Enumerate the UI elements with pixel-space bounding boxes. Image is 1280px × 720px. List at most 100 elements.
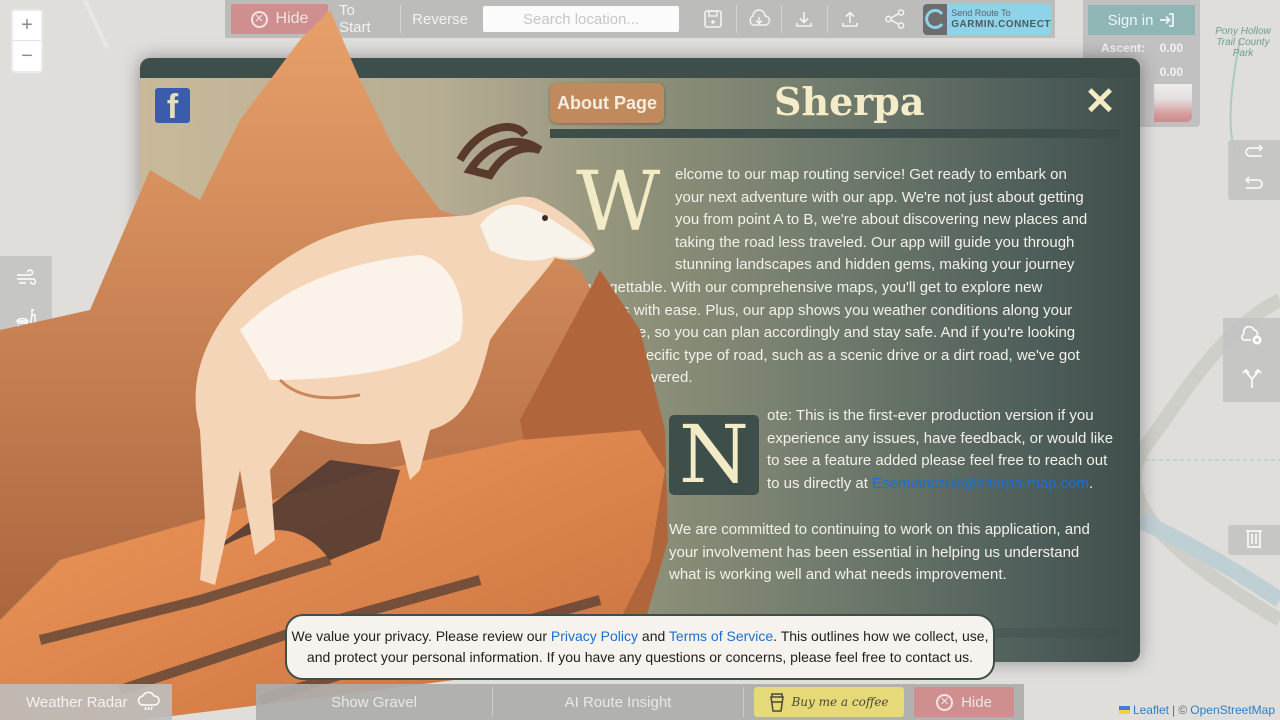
privacy-banner: We value your privacy. Please review our… (285, 614, 995, 680)
privacy-text-1: We value your privacy. Please review our (291, 628, 551, 644)
save-icon (704, 10, 723, 28)
coffee-cup-icon (770, 693, 785, 712)
route-icon (17, 431, 35, 452)
privacy-and: and (638, 628, 669, 644)
garmin-brand-text: GARMIN.CONNECT (951, 19, 1052, 30)
save-button[interactable] (691, 4, 736, 34)
welcome-line: covered. (635, 369, 693, 387)
undo-button[interactable] (1244, 175, 1264, 196)
route-tools (1223, 318, 1280, 402)
download-icon (796, 12, 813, 27)
cloud-download-button[interactable] (737, 4, 782, 34)
note-paragraph: ote: This is the first-ever production v… (767, 405, 1117, 495)
close-modal-button[interactable]: ✕ (1082, 83, 1118, 121)
hide-label: Hide (275, 10, 309, 27)
privacy-policy-link[interactable]: Privacy Policy (551, 628, 638, 644)
facebook-link[interactable]: f (155, 88, 190, 126)
buy-me-a-coffee-button[interactable]: Buy me a coffee (754, 687, 904, 717)
document-icon (18, 349, 34, 371)
coffee-label: Buy me a coffee (791, 695, 889, 709)
to-start-button[interactable]: To Start (328, 2, 400, 36)
facebook-icon: f (166, 88, 179, 126)
redo-button[interactable] (1244, 143, 1264, 166)
welcome-line: you from point A to B, we're about disco… (675, 211, 1088, 229)
search-location-input[interactable] (482, 6, 679, 32)
welcome-line: stunning landscapes and hidden gems, mak… (675, 256, 1075, 274)
zoom-out-button[interactable]: − (13, 41, 41, 71)
sign-in-button[interactable]: Sign in (1088, 5, 1195, 35)
leaflet-link[interactable]: Leaflet (1133, 703, 1169, 717)
elevation-gradient-legend (1154, 84, 1192, 122)
ai-route-insight-button[interactable]: AI Route Insight (493, 684, 743, 720)
notes-button[interactable] (8, 342, 44, 378)
sign-in-icon (1160, 13, 1175, 27)
route-button[interactable] (8, 424, 44, 460)
ascent-row: Ascent: 0.00 (1088, 35, 1195, 59)
about-page-button[interactable]: About Page (550, 83, 664, 123)
contact-email-link[interactable]: Esemianczuk@sherpa-map.com (872, 475, 1089, 492)
undo-icon (1244, 175, 1263, 189)
openstreetmap-link[interactable]: OpenStreetMap (1190, 703, 1275, 717)
ai-brain-button[interactable] (1240, 325, 1263, 351)
redo-icon (1245, 143, 1264, 157)
weather-radar-button[interactable]: Weather Radar (0, 684, 172, 720)
weather-radar-label: Weather Radar (26, 693, 128, 711)
map-icon (16, 391, 36, 411)
bottom-toolbar: Show Gravel AI Route Insight Buy me a co… (256, 684, 1024, 720)
trash-icon (1246, 529, 1262, 548)
commitment-paragraph: We are committed to continuing to work o… (669, 521, 1090, 584)
wind-icon (17, 269, 37, 286)
share-button[interactable] (872, 4, 917, 34)
delete-route-button[interactable] (1245, 528, 1263, 553)
sign-in-label: Sign in (1107, 11, 1154, 29)
upload-icon (842, 11, 858, 27)
top-toolbar: ✕ Hide To Start Reverse Send Route To GA… (225, 0, 1055, 38)
fork-route-button[interactable] (1241, 367, 1262, 394)
map-layers-button[interactable] (8, 383, 44, 419)
hide-bottom-label: Hide (961, 693, 992, 711)
share-icon (884, 9, 905, 29)
hide-bottom-button[interactable]: ✕ Hide (914, 687, 1014, 717)
garmin-logo-icon (923, 3, 948, 35)
modal-top-band (140, 58, 1140, 78)
zoom-control: + − (11, 9, 43, 73)
cloud-download-icon (749, 9, 771, 26)
download-button[interactable] (782, 4, 827, 34)
title-divider (550, 129, 1120, 138)
wind-button[interactable] (8, 260, 44, 296)
ascent-value: 0.00 (1159, 41, 1183, 55)
close-circle-icon: ✕ (250, 10, 268, 28)
welcome-paragraph: elcome to our map routing service! Get r… (575, 164, 1105, 390)
reverse-button[interactable]: Reverse (401, 4, 479, 34)
food-button[interactable] (8, 301, 44, 337)
dropcap-n: N (669, 415, 759, 495)
attribution-separator: | © (1171, 703, 1188, 717)
show-gravel-button[interactable]: Show Gravel (256, 684, 492, 720)
note-end: . (1089, 474, 1094, 492)
history-controls (1228, 140, 1280, 200)
welcome-line: your next adventure with our app. We're … (675, 188, 1084, 206)
ascent-label: Ascent: (1101, 41, 1146, 55)
ai-brain-icon (1240, 325, 1261, 345)
close-circle-icon: ✕ (936, 693, 954, 711)
about-modal: f About Page Sherpa ✕ W elcome to our ma… (140, 58, 1140, 662)
park-label: Pony Hollow Trail County Park (1215, 26, 1271, 59)
hide-toolbar-button[interactable]: ✕ Hide (231, 4, 328, 34)
zoom-in-button[interactable]: + (13, 11, 41, 41)
garmin-small-text: Send Route To (951, 8, 1011, 18)
garmin-connect-button[interactable]: Send Route To GARMIN.CONNECT (923, 3, 1052, 35)
fork-icon (1241, 368, 1262, 388)
divider (743, 687, 744, 717)
upload-button[interactable] (828, 4, 873, 34)
storm-cloud-icon (138, 691, 161, 711)
clear-route-controls (1228, 525, 1280, 555)
welcome-line: elcome to our map routing service! Get r… (675, 166, 1067, 183)
ukraine-flag-icon (1118, 706, 1130, 714)
welcome-line: areas with ease. Plus, our app shows you… (592, 301, 1073, 319)
welcome-line: specific type of road, such as a scenic … (630, 346, 1080, 364)
welcome-line: unforgettable. With our comprehensive ma… (575, 278, 1043, 296)
terms-of-service-link[interactable]: Terms of Service (669, 628, 773, 644)
welcome-line: route, so you can plan accordingly and s… (612, 324, 1076, 342)
descent-value: 0.00 (1159, 65, 1183, 79)
map-attribution: Leaflet | © OpenStreetMap (1118, 703, 1275, 717)
